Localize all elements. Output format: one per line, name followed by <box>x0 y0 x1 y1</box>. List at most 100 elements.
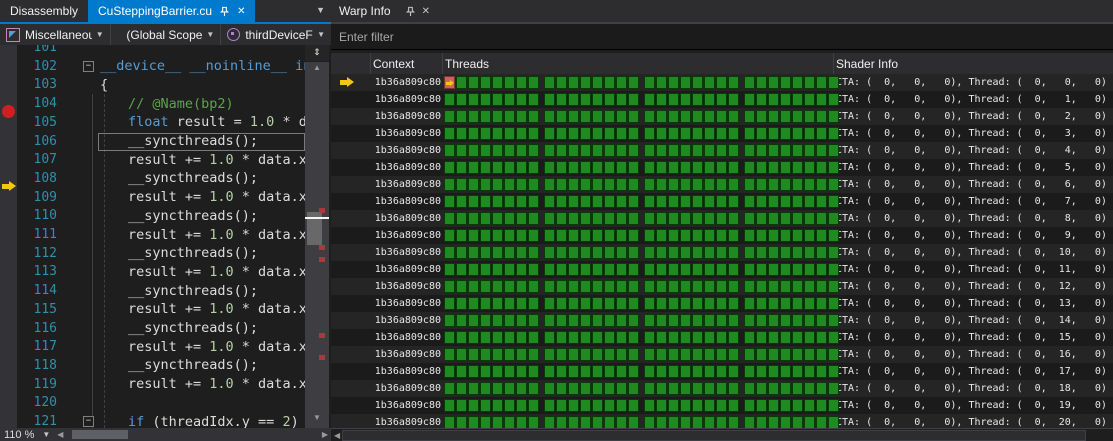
thread-cell[interactable] <box>544 331 555 344</box>
thread-cell[interactable] <box>744 161 755 174</box>
thread-cell[interactable] <box>556 144 567 157</box>
thread-cell[interactable] <box>668 297 679 310</box>
thread-cell[interactable] <box>504 76 515 89</box>
thread-cell[interactable] <box>568 365 579 378</box>
thread-cell[interactable] <box>528 280 539 293</box>
thread-cell[interactable] <box>616 416 627 428</box>
thread-cell[interactable] <box>592 93 603 106</box>
code-line[interactable]: 108 __syncthreads(); <box>0 169 305 188</box>
thread-cell[interactable] <box>704 314 715 327</box>
thread-cell[interactable] <box>816 348 827 361</box>
thread-cell[interactable] <box>756 246 767 259</box>
thread-cell[interactable] <box>780 263 791 276</box>
thread-cell[interactable] <box>768 212 779 225</box>
thread-cell[interactable] <box>828 280 839 293</box>
thread-cell[interactable] <box>828 144 839 157</box>
thread-cell[interactable] <box>656 178 667 191</box>
close-icon[interactable]: ✕ <box>237 6 245 17</box>
thread-cell[interactable] <box>444 144 455 157</box>
thread-cell[interactable] <box>828 297 839 310</box>
thread-cell[interactable] <box>728 365 739 378</box>
thread-cell[interactable] <box>804 365 815 378</box>
thread-cell[interactable] <box>592 382 603 395</box>
thread-cell[interactable] <box>568 280 579 293</box>
thread-cell[interactable] <box>528 195 539 208</box>
thread-cell[interactable] <box>528 212 539 225</box>
thread-cell[interactable] <box>680 229 691 242</box>
thread-cell[interactable] <box>556 280 567 293</box>
thread-cell[interactable] <box>656 110 667 123</box>
thread-cell[interactable] <box>656 93 667 106</box>
thread-cell[interactable] <box>804 161 815 174</box>
thread-cell[interactable] <box>480 229 491 242</box>
thread-cell[interactable] <box>692 144 703 157</box>
thread-cell[interactable] <box>680 76 691 89</box>
thread-cell[interactable] <box>544 195 555 208</box>
thread-cell[interactable] <box>704 365 715 378</box>
thread-cell[interactable] <box>792 161 803 174</box>
horizontal-scrollbar[interactable] <box>66 428 318 441</box>
thread-cell[interactable] <box>516 365 527 378</box>
thread-cell[interactable] <box>744 280 755 293</box>
thread-cell[interactable] <box>804 399 815 412</box>
warp-row[interactable]: 1b36a809c80 CTA: ( 0, 0, 0), Thread: ( 0,… <box>331 363 1113 380</box>
thread-cell[interactable] <box>544 314 555 327</box>
thread-cell[interactable] <box>728 297 739 310</box>
thread-cell[interactable] <box>668 348 679 361</box>
thread-cell[interactable] <box>728 399 739 412</box>
thread-cell[interactable] <box>568 178 579 191</box>
thread-cell[interactable] <box>604 195 615 208</box>
thread-cell[interactable] <box>444 280 455 293</box>
thread-cell[interactable] <box>504 382 515 395</box>
thread-cell[interactable] <box>716 297 727 310</box>
thread-cell[interactable] <box>828 331 839 344</box>
thread-cell[interactable] <box>780 144 791 157</box>
thread-cell[interactable] <box>716 314 727 327</box>
thread-cell[interactable] <box>644 161 655 174</box>
thread-cell[interactable] <box>792 178 803 191</box>
thread-cell[interactable] <box>592 263 603 276</box>
thread-cell[interactable] <box>504 161 515 174</box>
thread-cell[interactable] <box>568 348 579 361</box>
thread-cell[interactable] <box>744 76 755 89</box>
thread-cell[interactable] <box>492 161 503 174</box>
thread-cell[interactable] <box>516 76 527 89</box>
thread-cell[interactable] <box>816 365 827 378</box>
thread-cell[interactable] <box>628 331 639 344</box>
warp-row[interactable]: 1b36a809c80 CTA: ( 0, 0, 0), Thread: ( 0,… <box>331 159 1113 176</box>
thread-cell[interactable] <box>716 246 727 259</box>
code-line[interactable]: 103 { <box>0 75 305 94</box>
thread-cell[interactable] <box>668 280 679 293</box>
thread-cell[interactable] <box>616 178 627 191</box>
thread-cell[interactable] <box>616 314 627 327</box>
thread-cell[interactable] <box>444 229 455 242</box>
thread-cell[interactable] <box>828 195 839 208</box>
thread-cell[interactable] <box>516 416 527 428</box>
code-line[interactable]: 114 __syncthreads(); <box>0 281 305 300</box>
thread-cell[interactable] <box>504 110 515 123</box>
thread-cell[interactable] <box>492 331 503 344</box>
thread-cell[interactable] <box>716 195 727 208</box>
thread-cell[interactable] <box>444 399 455 412</box>
thread-cell[interactable] <box>780 178 791 191</box>
thread-cell[interactable] <box>728 263 739 276</box>
thread-cell[interactable] <box>628 178 639 191</box>
thread-cell[interactable] <box>628 212 639 225</box>
thread-cell[interactable] <box>504 195 515 208</box>
thread-cell[interactable] <box>644 263 655 276</box>
thread-cell[interactable] <box>504 348 515 361</box>
thread-cell[interactable] <box>756 365 767 378</box>
warp-row[interactable]: 1b36a809c80 CTA: ( 0, 0, 0), Thread: ( 0,… <box>331 414 1113 428</box>
thread-cell[interactable] <box>816 314 827 327</box>
thread-cell[interactable] <box>680 314 691 327</box>
thread-cell[interactable] <box>656 263 667 276</box>
code-line[interactable]: 120 <box>0 393 305 412</box>
thread-cell[interactable] <box>504 297 515 310</box>
thread-cell[interactable] <box>744 331 755 344</box>
thread-cell[interactable] <box>544 348 555 361</box>
thread-cell[interactable] <box>456 331 467 344</box>
thread-cell[interactable] <box>644 399 655 412</box>
thread-cell[interactable] <box>456 297 467 310</box>
thread-cell[interactable] <box>716 331 727 344</box>
thread-cell[interactable] <box>456 229 467 242</box>
